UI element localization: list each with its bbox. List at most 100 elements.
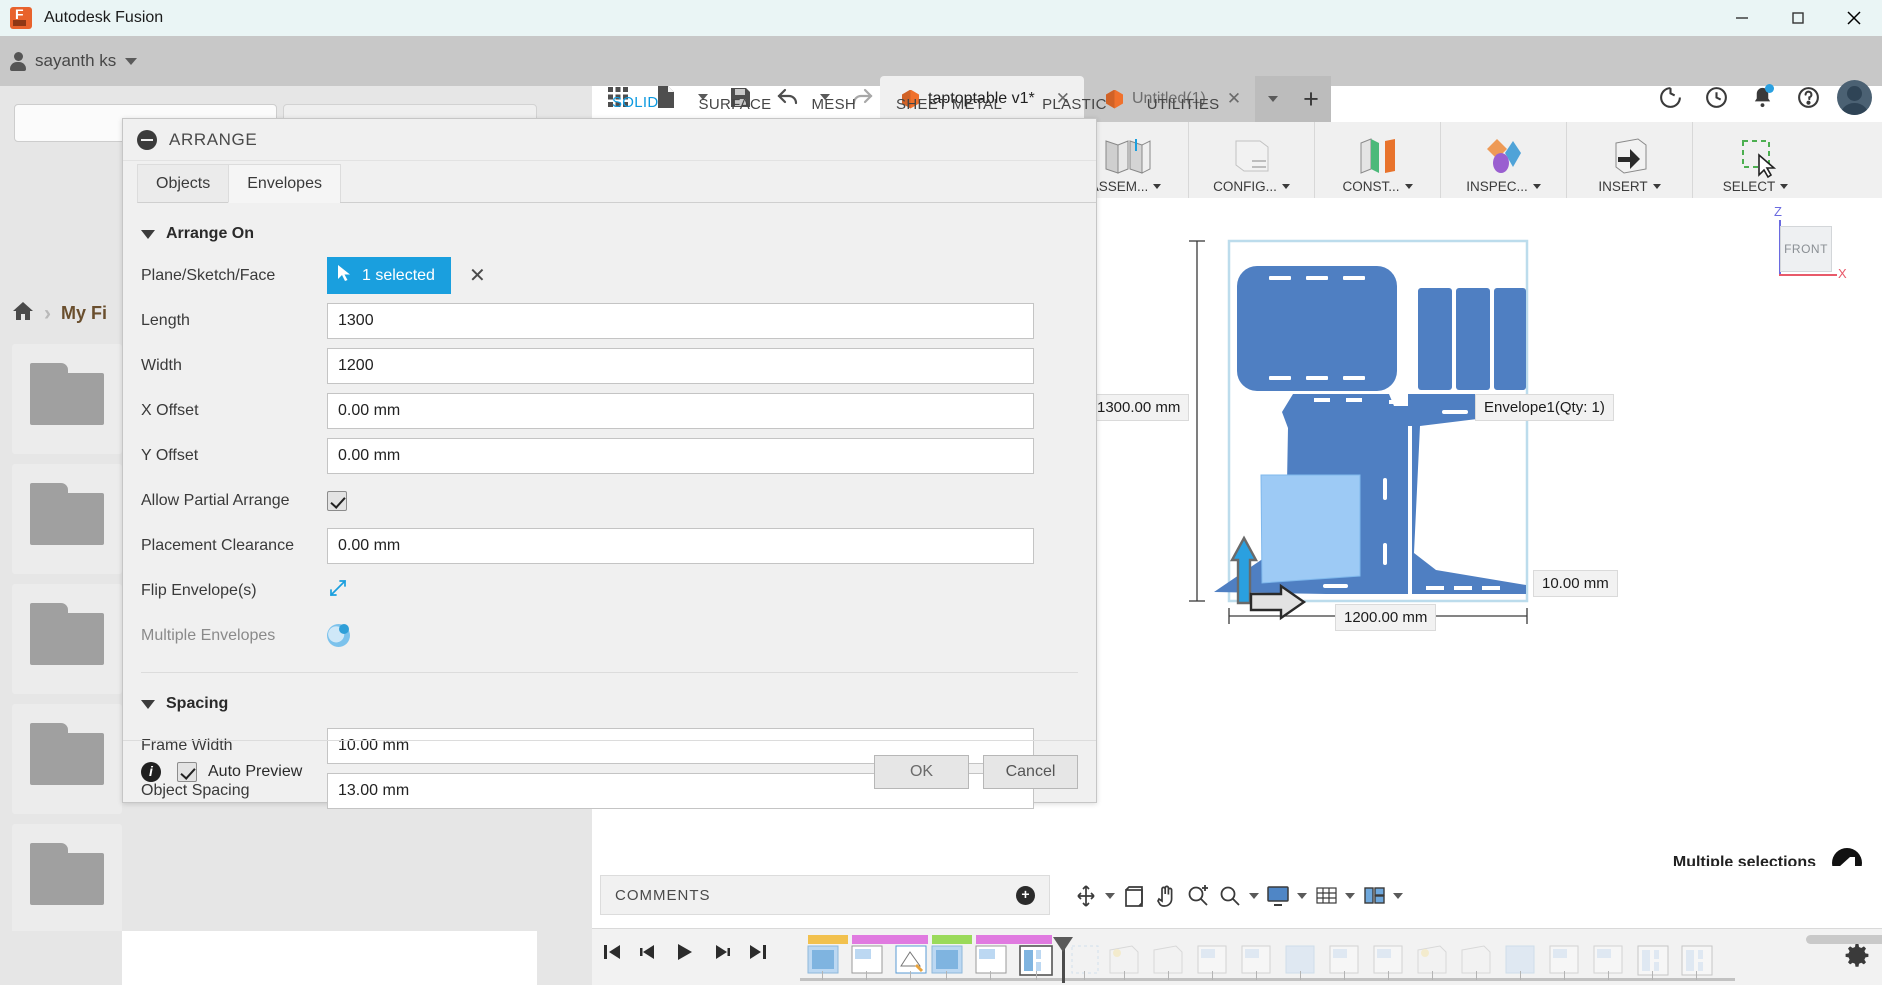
fusion-logo-icon [10,6,32,29]
section-spacing[interactable]: Spacing [141,695,1082,713]
timeline-playback-controls [602,941,768,968]
display-dropdown[interactable] [1294,875,1310,917]
model-canvas[interactable] [1096,198,1882,886]
breadcrumb-label[interactable]: My Fi [61,303,107,324]
dialog-title: ARRANGE [169,129,258,149]
viewports-dropdown[interactable] [1390,875,1406,917]
cursor-icon [337,264,352,287]
breadcrumb-separator: › [44,301,51,325]
placement-clearance-input[interactable]: 0.00 mm [327,527,1034,564]
data-panel-card [122,931,537,985]
x-offset-input[interactable]: 0.00 mm [327,392,1034,429]
grid-snap-icon[interactable] [1310,875,1342,917]
ribbon-tab-mesh[interactable]: MESH [791,86,876,122]
ribbon-group-construct[interactable]: CONST... [1314,122,1440,198]
tab-objects[interactable]: Objects [137,164,230,203]
multiple-envelopes-icon[interactable] [327,624,350,647]
clear-selection-button[interactable]: ✕ [469,263,486,288]
list-item[interactable] [12,584,122,694]
timeline-track[interactable] [800,935,1882,983]
chevron-down-icon [1297,893,1307,899]
minimize-button[interactable] [1714,0,1770,36]
arrange-dialog[interactable]: ARRANGE Objects Envelopes Arrange On Pla… [122,118,1097,809]
row-multiple-envelopes: Multiple Envelopes [137,613,1082,658]
play-icon[interactable] [674,941,696,968]
skip-start-icon[interactable] [602,942,622,967]
auto-preview-checkbox[interactable] [177,761,197,782]
maximize-button[interactable] [1770,0,1826,36]
section-title: Spacing [166,695,229,712]
user-menu[interactable]: sayanth ks [10,44,138,78]
chevron-down-icon [1105,893,1115,899]
home-icon[interactable] [12,301,34,326]
part-preview-panel [1260,474,1361,584]
selection-chip[interactable]: 1 selected [327,257,451,294]
length-input[interactable]: 1300 [327,302,1034,339]
field-label: Width [141,356,182,374]
new-tab-button[interactable]: + [1291,76,1332,122]
breadcrumb: › My Fi [12,301,107,326]
chevron-down-icon [1281,184,1290,189]
folder-list [12,344,122,985]
ribbon-group-insert[interactable]: INSERT [1566,122,1692,198]
close-button[interactable] [1826,0,1882,36]
timeline-marker[interactable] [1053,937,1073,983]
extensions-icon[interactable] [1648,72,1692,122]
viewport[interactable]: Z X FRONT 1300.00 mm 1200.00 mm 10.00 mm… [1088,198,1882,886]
account-toolbar [1648,72,1876,122]
zoom-window-icon[interactable] [1214,875,1246,917]
recent-icon[interactable] [1694,72,1738,122]
list-item[interactable] [12,344,122,454]
ribbon-tab-solid[interactable]: SOLID [592,86,679,122]
ribbon-group-configure[interactable]: CONFIG... [1188,122,1314,198]
step-forward-icon[interactable] [712,942,732,967]
viewcube-display-icon[interactable] [1118,875,1150,917]
help-icon[interactable] [1786,72,1830,122]
timeline-features[interactable] [800,935,1760,983]
field-label: Plane/Sketch/Face [141,266,276,284]
flip-arrows-icon[interactable] [327,577,349,604]
chevron-down-icon [125,57,138,65]
ribbon-tab-utilities[interactable]: UTILITIES [1127,86,1240,122]
list-item[interactable] [12,704,122,814]
tab-overflow-button[interactable] [1255,76,1292,122]
tab-envelopes[interactable]: Envelopes [228,164,341,203]
ribbon-group-inspect[interactable]: INSPEC... [1440,122,1566,198]
comments-panel[interactable]: COMMENTS + [600,875,1050,915]
step-back-icon[interactable] [638,942,658,967]
section-arrange-on[interactable]: Arrange On [141,225,1082,243]
allow-partial-arrange-checkbox[interactable] [327,490,347,511]
width-input[interactable]: 1200 [327,347,1034,384]
add-comment-button[interactable]: + [1016,885,1035,905]
chevron-down-icon [1345,893,1355,899]
ribbon-tab-sheet-metal[interactable]: SHEET METAL [876,86,1022,122]
window-controls [1714,0,1882,36]
ribbon-group-label: CONST... [1342,179,1400,194]
ribbon-tab-surface[interactable]: SURFACE [679,86,792,122]
list-item[interactable] [12,464,122,574]
minimize-icon[interactable] [137,129,157,150]
cancel-button[interactable]: Cancel [983,754,1078,789]
notifications-icon[interactable] [1740,72,1784,122]
select-icon [1731,135,1781,179]
zoom-in-icon[interactable] [1182,875,1214,917]
viewports-icon[interactable] [1358,875,1390,917]
ribbon-group-label: CONFIG... [1213,179,1277,194]
pan-icon[interactable] [1150,875,1182,917]
skip-end-icon[interactable] [748,942,768,967]
ok-button[interactable]: OK [874,754,969,789]
zoom-dropdown[interactable] [1246,875,1262,917]
orbit-dropdown[interactable] [1102,875,1118,917]
grid-dropdown[interactable] [1342,875,1358,917]
orbit-icon[interactable] [1070,875,1102,917]
settings-icon[interactable] [1844,943,1870,974]
row-y-offset: Y Offset 0.00 mm [137,433,1082,478]
y-offset-input[interactable]: 0.00 mm [327,437,1034,474]
chevron-down-icon [1780,184,1789,189]
ribbon-group-select[interactable]: SELECT [1692,122,1818,198]
ribbon-tab-plastic[interactable]: PLASTIC [1022,86,1127,122]
info-icon[interactable]: i [141,761,161,782]
avatar[interactable] [1832,72,1876,122]
display-settings-icon[interactable] [1262,875,1294,917]
list-item[interactable] [12,824,122,934]
